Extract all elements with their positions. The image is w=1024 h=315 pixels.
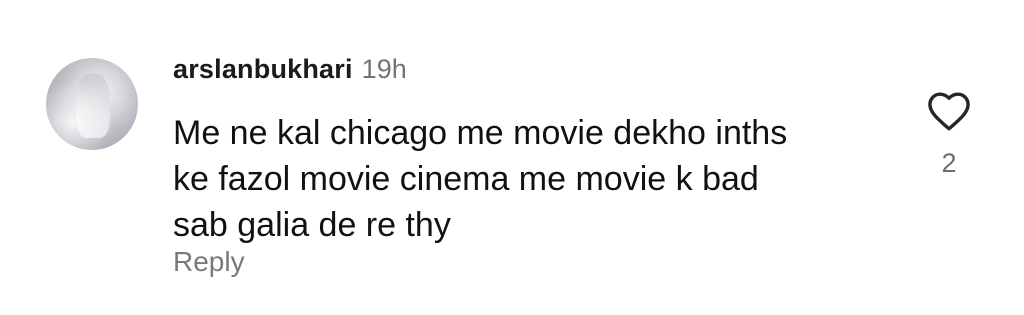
avatar[interactable]	[46, 58, 138, 150]
comment-header: arslanbukhari 19h	[173, 54, 407, 88]
comment-text-line: Me ne kal chicago me movie dekho inths	[173, 114, 788, 152]
heart-outline-icon[interactable]	[926, 90, 972, 132]
comment-timestamp: 19h	[361, 54, 407, 84]
like-button[interactable]: 2	[922, 90, 976, 190]
comment-text-line: sab galia de re thy	[173, 206, 451, 244]
avatar-highlight	[46, 58, 138, 150]
reply-button[interactable]: Reply	[173, 246, 245, 278]
comment-item: arslanbukhari 19h Me ne kal chicago me m…	[0, 0, 1024, 315]
comment-text: Me ne kal chicago me movie dekho inths k…	[173, 110, 893, 248]
username-link[interactable]: arslanbukhari	[173, 54, 353, 85]
like-count: 2	[941, 148, 957, 178]
comment-text-line: ke fazol movie cinema me movie k bad	[173, 160, 759, 198]
